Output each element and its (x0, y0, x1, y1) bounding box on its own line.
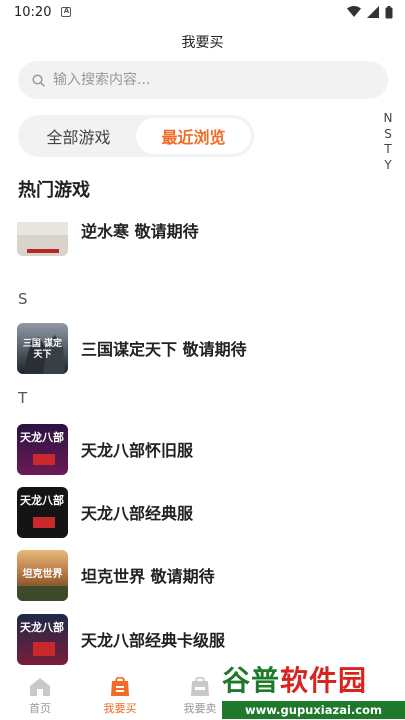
game-name: 天龙八部经典服 (81, 504, 194, 523)
alpha-index-letter[interactable]: N (384, 111, 393, 127)
watermark-url: www.gupuxiazai.com (222, 701, 405, 719)
alpha-index-letter[interactable]: T (384, 142, 391, 158)
game-thumbnail (17, 222, 68, 256)
group-letter: T (18, 389, 28, 407)
wifi-icon (347, 6, 361, 17)
alpha-index-letter[interactable]: Y (384, 158, 391, 174)
alphabet-index: N S T Y (381, 111, 395, 173)
game-list[interactable]: N 逆水寒 敬请期待 S 三国 谋定天下 三国谋定天下 敬请期待 T (0, 222, 380, 665)
nav-buy[interactable]: 我要买 (80, 668, 160, 720)
search-bar[interactable] (18, 61, 388, 99)
game-name: 坦克世界 敬请期待 (81, 567, 215, 586)
game-name: 逆水寒 敬请期待 (81, 222, 199, 241)
home-icon (30, 678, 50, 696)
list-item[interactable]: 天龙八部 天龙八部怀旧服 (17, 423, 377, 475)
tab-recent[interactable]: 最近浏览 (136, 118, 251, 154)
signal-icon (367, 6, 379, 18)
group-letter: S (18, 290, 28, 308)
nav-label: 我要卖 (183, 702, 217, 715)
game-name: 天龙八部经典卡级服 (81, 631, 226, 650)
search-input[interactable] (53, 72, 353, 88)
list-item[interactable]: 三国 谋定天下 三国谋定天下 敬请期待 (17, 322, 377, 374)
tab-all-games[interactable]: 全部游戏 (21, 118, 136, 154)
sell-icon (191, 677, 209, 696)
tab-switcher: 全部游戏 最近浏览 (18, 115, 254, 157)
status-icons (347, 5, 393, 19)
list-item[interactable]: 天龙八部 天龙八部经典服 (17, 486, 377, 538)
game-thumbnail: 天龙八部 (17, 486, 68, 538)
battery-icon (385, 5, 393, 18)
game-thumbnail: 天龙八部 (17, 613, 68, 665)
game-name: 三国谋定天下 敬请期待 (81, 340, 247, 359)
thumb-caption: 天龙八部 (20, 620, 64, 634)
thumb-caption: 坦克世界 (22, 568, 63, 580)
watermark-logo: 谷普软件园 (222, 659, 367, 699)
page-title: 我要买 (181, 35, 224, 51)
game-thumbnail: 三国 谋定天下 (17, 322, 68, 374)
game-thumbnail: 坦克世界 (17, 549, 68, 601)
status-bar: 10:20 A (0, 0, 405, 24)
watermark: 谷普软件园 www.gupuxiazai.com (222, 658, 405, 720)
game-name: 天龙八部怀旧服 (81, 441, 194, 460)
list-item[interactable]: 逆水寒 敬请期待 (17, 222, 377, 256)
alpha-index-letter[interactable]: S (384, 127, 392, 143)
nav-home[interactable]: 首页 (0, 668, 80, 720)
app-screen: 10:20 A 我要买 全部游戏 最近浏览 N S T Y 热门游戏 N (0, 0, 405, 720)
search-icon (32, 73, 45, 87)
thumb-caption: 三国 谋定天下 (22, 338, 63, 360)
nav-label: 首页 (29, 702, 51, 715)
bag-icon (111, 677, 129, 696)
sim-icon: A (61, 7, 72, 17)
game-thumbnail: 天龙八部 (17, 423, 68, 475)
nav-label: 我要买 (103, 702, 137, 715)
thumb-caption: 天龙八部 (20, 493, 64, 507)
thumb-caption: 天龙八部 (20, 430, 64, 444)
list-item[interactable]: 坦克世界 坦克世界 敬请期待 (17, 549, 377, 601)
status-time: 10:20 (14, 4, 52, 20)
section-title: 热门游戏 (18, 180, 90, 201)
